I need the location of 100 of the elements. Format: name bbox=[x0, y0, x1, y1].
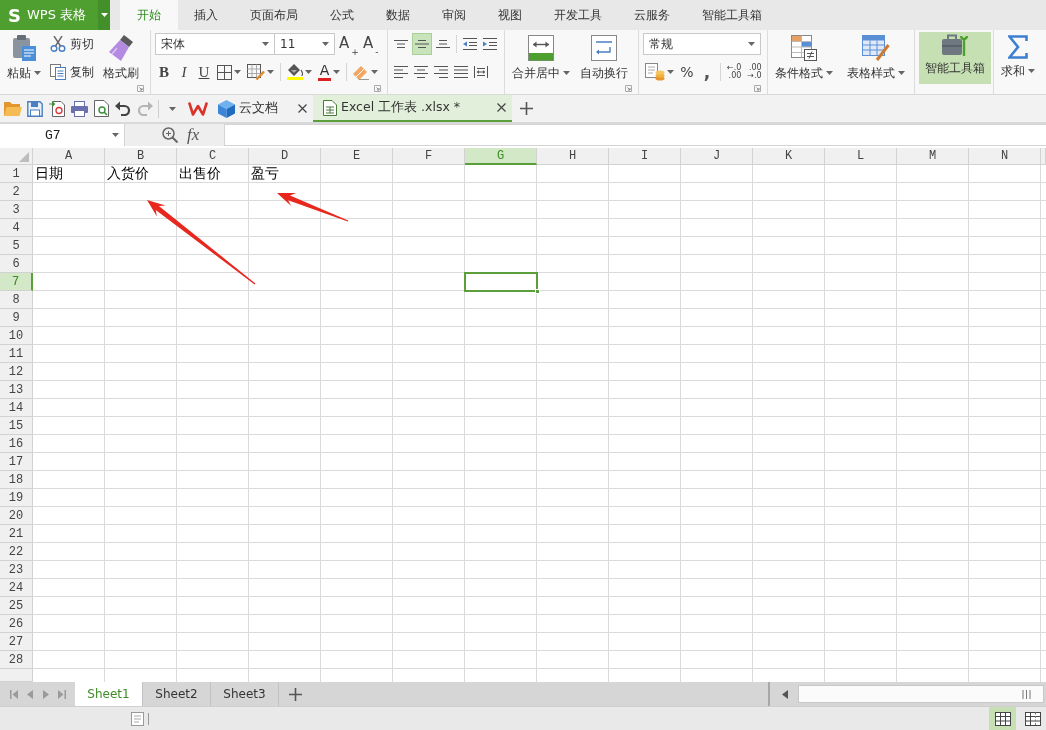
caret-icon bbox=[112, 133, 119, 137]
column-header[interactable]: I bbox=[609, 148, 681, 165]
format-painter-button[interactable]: 格式刷 bbox=[100, 33, 142, 83]
row-header[interactable]: 5 bbox=[0, 237, 33, 255]
horizontal-scrollbar[interactable] bbox=[768, 682, 1046, 706]
row-header[interactable]: 1 bbox=[0, 165, 33, 183]
underline-button[interactable]: U bbox=[195, 61, 213, 83]
column-header[interactable]: J bbox=[681, 148, 753, 165]
sheet-tab[interactable]: Sheet1 bbox=[75, 682, 143, 706]
align-middle-button[interactable] bbox=[412, 33, 432, 55]
row-header[interactable]: 16 bbox=[0, 435, 33, 453]
row-header[interactable]: 22 bbox=[0, 543, 33, 561]
row-header[interactable]: 19 bbox=[0, 489, 33, 507]
grid-brush-icon bbox=[247, 64, 265, 80]
dialog-launcher-icon[interactable] bbox=[374, 85, 381, 92]
row-header[interactable]: 4 bbox=[0, 219, 33, 237]
row-header[interactable]: 14 bbox=[0, 399, 33, 417]
table-cell-text: 入货价 bbox=[106, 165, 150, 182]
ribbon-tab[interactable]: 智能工具箱 bbox=[686, 0, 778, 30]
sum-button[interactable]: 求和 bbox=[998, 33, 1038, 83]
font-color-button[interactable]: A bbox=[316, 61, 342, 83]
ribbon-tab[interactable]: 公式 bbox=[314, 0, 370, 30]
insert-function-button[interactable]: fx bbox=[187, 125, 200, 145]
brush-icon bbox=[109, 35, 133, 61]
row-header[interactable]: 15 bbox=[0, 417, 33, 435]
copy-button[interactable]: 复制 bbox=[48, 61, 96, 83]
row-header[interactable]: 11 bbox=[0, 345, 33, 363]
close-icon[interactable] bbox=[298, 104, 307, 113]
scrollbar-thumb[interactable] bbox=[798, 685, 1044, 703]
paint-bucket-icon bbox=[287, 64, 303, 76]
row-header[interactable]: 8 bbox=[0, 291, 33, 309]
percent-button[interactable]: % bbox=[678, 61, 696, 83]
row-header[interactable]: 27 bbox=[0, 633, 33, 651]
row-header[interactable]: 18 bbox=[0, 471, 33, 489]
bold-button[interactable]: B bbox=[155, 61, 173, 83]
ribbon-tab[interactable]: 数据 bbox=[370, 0, 426, 30]
dialog-launcher-icon[interactable] bbox=[625, 85, 632, 92]
formula-input-field[interactable] bbox=[224, 124, 1046, 146]
caret-icon bbox=[322, 42, 329, 46]
fill-color-button[interactable] bbox=[285, 61, 314, 83]
number-format-field[interactable]: 常规 bbox=[643, 33, 761, 55]
font-size-field[interactable]: 11 bbox=[275, 33, 335, 55]
italic-button[interactable]: I bbox=[175, 61, 193, 83]
column-header[interactable]: M bbox=[897, 148, 969, 165]
column-header[interactable]: K bbox=[753, 148, 825, 165]
document-tab[interactable]: 云文档 bbox=[212, 95, 313, 122]
row-header[interactable]: 28 bbox=[0, 651, 33, 669]
normal-view-button[interactable] bbox=[989, 707, 1016, 730]
row-header[interactable]: 21 bbox=[0, 525, 33, 543]
column-header[interactable]: L bbox=[825, 148, 897, 165]
add-decimal-button[interactable]: ←.0 .00 bbox=[725, 61, 744, 83]
copy-icon bbox=[50, 64, 66, 80]
app-dropdown-button[interactable] bbox=[98, 0, 110, 30]
row-header[interactable]: 12 bbox=[0, 363, 33, 381]
column-header[interactable]: D bbox=[249, 148, 321, 165]
column-header[interactable]: H bbox=[537, 148, 609, 165]
column-header[interactable]: E bbox=[321, 148, 393, 165]
row-header[interactable]: 20 bbox=[0, 507, 33, 525]
ribbon-tab[interactable]: 页面布局 bbox=[234, 0, 314, 30]
cell-style-button[interactable] bbox=[245, 61, 276, 83]
column-header[interactable]: N bbox=[969, 148, 1041, 165]
row-header[interactable]: 25 bbox=[0, 597, 33, 615]
remove-decimal-button[interactable]: .00 →.0 bbox=[745, 61, 764, 83]
table-style-button[interactable]: 表格样式 bbox=[844, 33, 908, 83]
thousands-button[interactable]: , bbox=[698, 61, 716, 83]
align-top-icon bbox=[394, 40, 408, 48]
merge-center-button[interactable]: 合并居中 bbox=[509, 33, 573, 83]
ribbon-tab[interactable]: 云服务 bbox=[618, 0, 686, 30]
row-header[interactable]: 24 bbox=[0, 579, 33, 597]
currency-button[interactable] bbox=[643, 61, 676, 83]
row-header[interactable]: 9 bbox=[0, 309, 33, 327]
ribbon-tab[interactable]: 视图 bbox=[482, 0, 538, 30]
cut-button[interactable]: 剪切 bbox=[48, 33, 96, 55]
conditional-format-button[interactable]: 条件格式 bbox=[772, 33, 836, 83]
dialog-launcher-icon[interactable] bbox=[137, 85, 144, 92]
wrap-text-button[interactable]: 自动换行 bbox=[577, 33, 631, 83]
row-header[interactable]: 26 bbox=[0, 615, 33, 633]
row-header[interactable]: 13 bbox=[0, 381, 33, 399]
ribbon-tab[interactable]: 开始 bbox=[120, 0, 178, 30]
row-header[interactable]: 17 bbox=[0, 453, 33, 471]
row-header[interactable]: 23 bbox=[0, 561, 33, 579]
document-tab[interactable]: Excel 工作表 .xlsx * bbox=[313, 95, 512, 122]
ribbon-tab[interactable]: 审阅 bbox=[426, 0, 482, 30]
column-header[interactable]: F bbox=[393, 148, 465, 165]
row-header[interactable]: 2 bbox=[0, 183, 33, 201]
dialog-launcher-icon[interactable] bbox=[754, 85, 761, 92]
row-header[interactable]: 3 bbox=[0, 201, 33, 219]
caret-icon bbox=[34, 71, 41, 75]
row-header[interactable]: 6 bbox=[0, 255, 33, 273]
ribbon-tab[interactable]: 开发工具 bbox=[538, 0, 618, 30]
row-header[interactable]: 10 bbox=[0, 327, 33, 345]
column-header[interactable]: C bbox=[177, 148, 249, 165]
close-icon[interactable] bbox=[497, 103, 506, 112]
paste-button[interactable]: 粘贴 bbox=[4, 33, 44, 83]
ribbon-tab[interactable]: 插入 bbox=[178, 0, 234, 30]
zoom-in-icon[interactable] bbox=[162, 127, 178, 143]
toolbox-button[interactable]: 智能工具箱 bbox=[919, 32, 991, 84]
column-header[interactable]: B bbox=[105, 148, 177, 165]
column-header[interactable]: A bbox=[33, 148, 105, 165]
font-name-field[interactable]: 宋体 bbox=[155, 33, 275, 55]
